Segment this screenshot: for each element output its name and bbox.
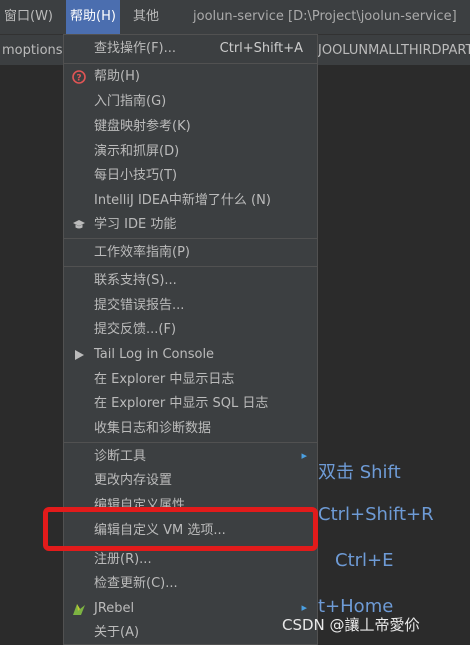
menu-item-label: 帮助(H) [94, 69, 140, 84]
window-title: joolun-service [D:\Project\joolun-servic… [193, 9, 457, 24]
menu-item-label: 每日小技巧(T) [94, 168, 178, 183]
menu-item-label: IntelliJ IDEA中新增了什么 (N) [94, 193, 271, 208]
menu-item-label: JRebel [94, 601, 135, 616]
menu-item-learn-ide[interactable]: 学习 IDE 功能 [64, 213, 317, 237]
menu-item-shortcut: Ctrl+Shift+A [219, 41, 303, 56]
menu-help[interactable]: 帮助(H) [66, 0, 120, 34]
menu-item-about[interactable]: 关于(A) [64, 621, 317, 645]
menu-item-check-updates[interactable]: 检查更新(C)... [64, 572, 317, 596]
menu-separator [64, 266, 317, 267]
tab-moptions[interactable]: moptions [0, 35, 63, 67]
menu-separator [64, 442, 317, 443]
menu-item-submit-bug[interactable]: 提交错误报告... [64, 294, 317, 318]
menu-item-label: 演示和抓屏(D) [94, 144, 180, 159]
submenu-arrow-icon: ▸ [301, 601, 307, 614]
menu-item-getting-started[interactable]: 入门指南(G) [64, 90, 317, 114]
menu-item-label: 联系支持(S)... [94, 273, 177, 288]
jrebel-icon [72, 602, 86, 616]
menu-item-label: 学习 IDE 功能 [94, 217, 177, 232]
menu-item-label: 更改内存设置 [94, 473, 173, 488]
hint-search-everywhere: 双击 Shift [318, 462, 401, 483]
tab-thirdpart[interactable]: JOOLUNMALLTHIRDPART [318, 35, 470, 67]
menu-item-whats-new[interactable]: IntelliJ IDEA中新增了什么 (N) [64, 189, 317, 213]
menu-item-help[interactable]: ? 帮助(H) [64, 65, 317, 89]
menu-item-label: 注册(R)... [94, 552, 152, 567]
menu-item-show-sql-log[interactable]: 在 Explorer 中显示 SQL 日志 [64, 392, 317, 416]
help-menu-dropdown: 查找操作(F)... Ctrl+Shift+A ? 帮助(H) 入门指南(G) … [63, 34, 318, 645]
menu-item-contact-support[interactable]: 联系支持(S)... [64, 269, 317, 293]
menu-item-diagnostic-tools[interactable]: 诊断工具 ▸ [64, 445, 317, 469]
menu-other[interactable]: 其他 [129, 0, 163, 34]
menu-item-label: 提交反馈...(F) [94, 322, 177, 337]
menu-item-show-log[interactable]: 在 Explorer 中显示日志 [64, 368, 317, 392]
annotation-highlight-box [43, 507, 318, 551]
menu-item-label: Tail Log in Console [94, 347, 215, 362]
menu-item-label: 收集日志和诊断数据 [94, 421, 212, 436]
svg-text:?: ? [76, 74, 81, 84]
menu-item-label: 在 Explorer 中显示日志 [94, 372, 235, 387]
menu-separator [64, 238, 317, 239]
menu-item-label: 关于(A) [94, 625, 140, 640]
menu-item-label: 在 Explorer 中显示 SQL 日志 [94, 396, 269, 411]
menu-item-change-memory[interactable]: 更改内存设置 [64, 469, 317, 493]
menu-item-demos[interactable]: 演示和抓屏(D) [64, 140, 317, 164]
menu-item-label: 检查更新(C)... [94, 576, 178, 591]
menu-item-find-action[interactable]: 查找操作(F)... Ctrl+Shift+A [64, 37, 317, 61]
menu-item-register[interactable]: 注册(R)... [64, 548, 317, 572]
menu-item-label: 入门指南(G) [94, 94, 167, 109]
help-icon: ? [72, 70, 86, 84]
menu-item-tip-of-day[interactable]: 每日小技巧(T) [64, 164, 317, 188]
menu-item-label: 键盘映射参考(K) [94, 119, 191, 134]
menu-item-keymap-reference[interactable]: 键盘映射参考(K) [64, 115, 317, 139]
graduation-cap-icon [72, 218, 86, 232]
menu-item-label: 诊断工具 [94, 449, 147, 464]
hint-recent-files: Ctrl+E [335, 550, 394, 571]
menu-item-tail-log[interactable]: Tail Log in Console [64, 343, 317, 367]
menu-item-label: 工作效率指南(P) [94, 245, 190, 260]
submenu-arrow-icon: ▸ [301, 449, 307, 462]
watermark: CSDN @讓丄帝愛伱 [282, 616, 420, 634]
menu-item-jrebel[interactable]: JRebel ▸ [64, 597, 317, 621]
menu-window[interactable]: 窗口(W) [0, 0, 57, 34]
hint-goto-file: Ctrl+Shift+R [318, 504, 434, 525]
menu-bar: 窗口(W) 帮助(H) 其他 joolun-service [D:\Projec… [0, 0, 470, 34]
menu-item-productivity-guide[interactable]: 工作效率指南(P) [64, 241, 317, 265]
play-icon [72, 348, 86, 362]
menu-separator [64, 63, 317, 64]
menu-item-label: 提交错误报告... [94, 298, 185, 313]
menu-item-collect-logs[interactable]: 收集日志和诊断数据 [64, 417, 317, 441]
menu-item-label: 查找操作(F)... [94, 41, 177, 56]
menu-item-submit-feedback[interactable]: 提交反馈...(F) [64, 318, 317, 342]
